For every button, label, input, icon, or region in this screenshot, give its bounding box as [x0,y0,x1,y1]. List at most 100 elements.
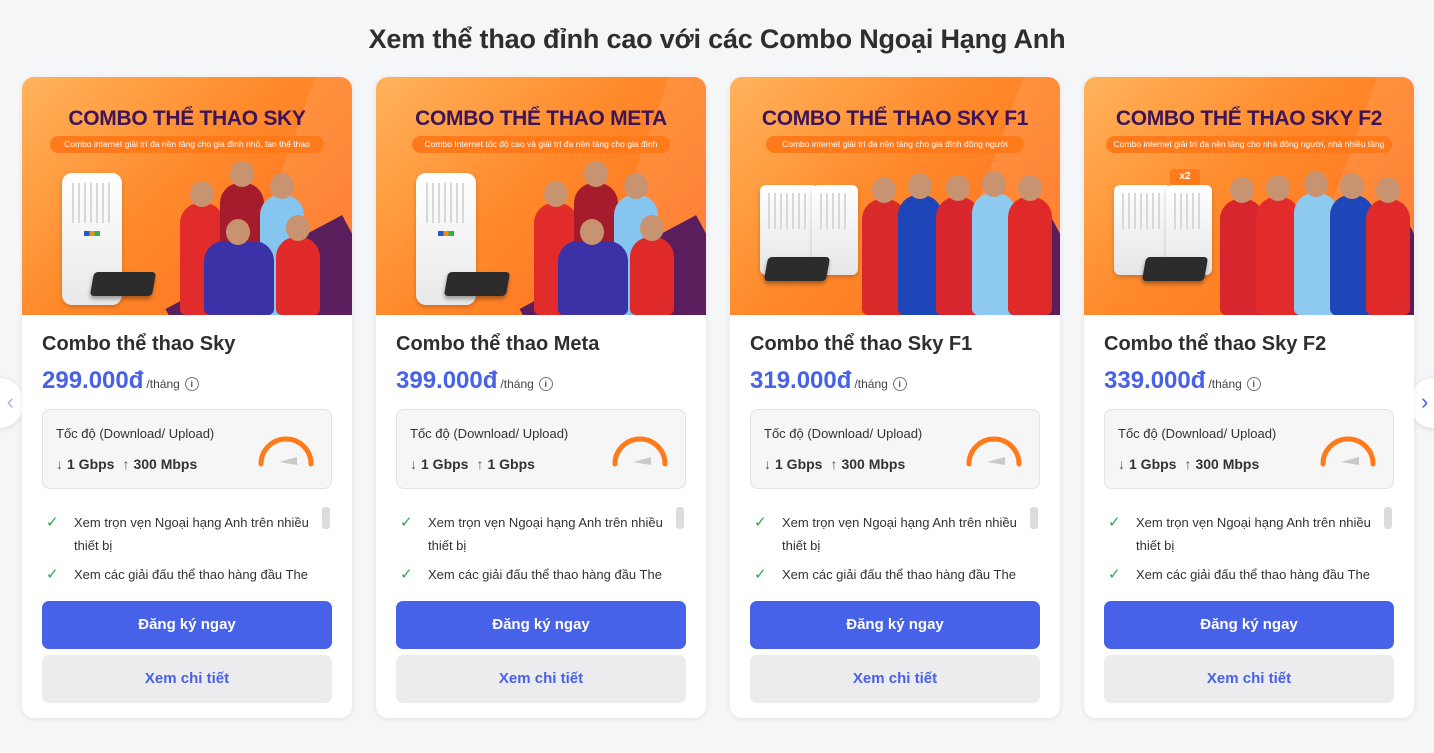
check-icon: ✓ [754,566,767,583]
check-icon: ✓ [1108,566,1121,583]
feature-list[interactable]: ✓ Xem trọn vẹn Ngoại hạng Anh trên nhiều… [42,505,332,585]
speed-box: Tốc độ (Download/ Upload) ↓ 1 Gbps ↑ 300 Mb… [750,409,1040,489]
speed-gauge-icon [612,436,668,467]
feature-item: ✓ Xem trọn vẹn Ngoại hạng Anh trên nhiều… [754,511,1024,557]
info-icon[interactable]: i [538,377,553,391]
tv-box-image [443,272,511,296]
price-row: 339.000đ/tháng i [1104,367,1261,397]
check-icon: ✓ [46,514,59,531]
arrow-up-icon: ↑ [1184,456,1192,472]
banner-subtitle: Combo internet giải trí đa nền tảng cho … [50,136,324,153]
speed-label: Tốc độ (Download/ Upload) [1118,426,1277,441]
tv-box-image [763,257,831,281]
register-button[interactable]: Đăng ký ngay [750,601,1040,649]
banner-title: COMBO THỂ THAO SKY F1 [761,107,1029,130]
check-icon: ✓ [46,566,59,583]
upload-speed: 300 Mbps [1195,456,1260,472]
arrow-up-icon: ↑ [830,456,838,472]
view-detail-button[interactable]: Xem chi tiết [750,655,1040,703]
speed-box: Tốc độ (Download/ Upload) ↓ 1 Gbps ↑ 1 Gbps [396,409,686,489]
price-period: /tháng [146,377,180,391]
scrollbar[interactable] [676,507,684,529]
speed-label: Tốc độ (Download/ Upload) [56,426,215,441]
banner-title: COMBO THỂ THAO META [415,107,667,130]
feature-item: ✓ Xem các giải đấu thể thao hàng đầu The [754,563,1024,586]
scrollbar[interactable] [1030,507,1038,529]
speed-values: ↓ 1 Gbps ↑ 1 Gbps [410,456,535,472]
card-banner-image[interactable]: COMBO THỂ THAO SKY F1 Combo internet giả… [730,77,1060,315]
card-banner-image[interactable]: COMBO THỂ THAO SKY F2 Combo internet giả… [1084,77,1414,315]
upload-speed: 300 Mbps [841,456,906,472]
players-image [506,161,706,315]
feature-item: ✓ Xem trọn vẹn Ngoại hạng Anh trên nhiều… [400,511,670,557]
view-detail-button[interactable]: Xem chi tiết [42,655,332,703]
combo-card: COMBO THỂ THAO SKY F1 Combo internet giả… [730,77,1060,718]
arrow-down-icon: ↓ [1118,456,1125,472]
check-icon: ✓ [1108,514,1121,531]
price-period: /tháng [500,377,534,391]
feature-list[interactable]: ✓ Xem trọn vẹn Ngoại hạng Anh trên nhiều… [1104,505,1394,585]
download-speed: 1 Gbps [421,456,469,472]
feature-item: ✓ Xem các giải đấu thể thao hàng đầu The [1108,563,1378,586]
feature-item: ✓ Xem trọn vẹn Ngoại hạng Anh trên nhiều… [46,511,316,557]
chevron-right-icon: › [1421,389,1429,414]
speed-values: ↓ 1 Gbps ↑ 300 Mbps [56,456,197,472]
tv-box-image [89,272,157,296]
card-banner-image[interactable]: COMBO THỂ THAO META Combo Internet tốc đ… [376,77,706,315]
info-icon[interactable]: i [892,377,907,391]
scrollbar[interactable] [322,507,330,529]
register-button[interactable]: Đăng ký ngay [396,601,686,649]
price: 299.000đ [42,367,144,394]
register-button[interactable]: Đăng ký ngay [1104,601,1394,649]
info-icon[interactable]: i [1246,377,1261,391]
card-title: Combo thể thao Meta [396,333,600,355]
players-image [860,169,1060,315]
feature-item: ✓ Xem trọn vẹn Ngoại hạng Anh trên nhiều… [1108,511,1378,557]
info-icon[interactable]: i [184,377,199,391]
view-detail-button[interactable]: Xem chi tiết [396,655,686,703]
players-image [1214,169,1414,315]
upload-speed: 300 Mbps [133,456,198,472]
arrow-down-icon: ↓ [410,456,417,472]
card-title: Combo thể thao Sky F1 [750,333,973,355]
banner-title: COMBO THỂ THAO SKY F2 [1115,107,1383,130]
speed-label: Tốc độ (Download/ Upload) [764,426,923,441]
feature-list[interactable]: ✓ Xem trọn vẹn Ngoại hạng Anh trên nhiều… [750,505,1040,585]
speed-gauge-icon [258,436,314,467]
chevron-left-icon: ‹ [6,389,14,414]
speed-gauge-icon [1320,436,1376,467]
price-row: 319.000đ/tháng i [750,367,907,397]
banner-subtitle: Combo internet giải trí đa nền tảng cho … [1106,136,1392,153]
section-title: Xem thể thao đỉnh cao với các Combo Ngoạ… [368,24,1066,54]
arrow-up-icon: ↑ [476,456,484,472]
price-row: 399.000đ/tháng i [396,367,553,397]
check-icon: ✓ [400,514,413,531]
price: 319.000đ [750,367,852,394]
x2-badge: x2 [1170,169,1200,185]
feature-list[interactable]: ✓ Xem trọn vẹn Ngoại hạng Anh trên nhiều… [396,505,686,585]
speed-values: ↓ 1 Gbps ↑ 300 Mbps [764,456,905,472]
card-banner-image[interactable]: COMBO THỂ THAO SKY Combo internet giải t… [22,77,352,315]
combo-card: COMBO THỂ THAO SKY Combo internet giải t… [22,77,352,718]
price: 399.000đ [396,367,498,394]
arrow-down-icon: ↓ [56,456,63,472]
speed-label: Tốc độ (Download/ Upload) [410,426,569,441]
price-period: /tháng [854,377,888,391]
check-icon: ✓ [400,566,413,583]
register-button[interactable]: Đăng ký ngay [42,601,332,649]
card-title: Combo thể thao Sky [42,333,236,355]
arrow-up-icon: ↑ [122,456,130,472]
price-period: /tháng [1208,377,1242,391]
feature-item: ✓ Xem các giải đấu thể thao hàng đầu The [46,563,316,586]
price-row: 299.000đ/tháng i [42,367,199,397]
feature-item: ✓ Xem các giải đấu thể thao hàng đầu The [400,563,670,586]
carousel-prev-button[interactable]: ‹ [0,378,24,428]
price: 339.000đ [1104,367,1206,394]
view-detail-button[interactable]: Xem chi tiết [1104,655,1394,703]
combo-card: COMBO THỂ THAO SKY F2 Combo internet giả… [1084,77,1414,718]
download-speed: 1 Gbps [67,456,115,472]
speed-box: Tốc độ (Download/ Upload) ↓ 1 Gbps ↑ 300 Mb… [42,409,332,489]
tv-box-image [1141,257,1209,281]
speed-box: Tốc độ (Download/ Upload) ↓ 1 Gbps ↑ 300 Mb… [1104,409,1394,489]
scrollbar[interactable] [1384,507,1392,529]
